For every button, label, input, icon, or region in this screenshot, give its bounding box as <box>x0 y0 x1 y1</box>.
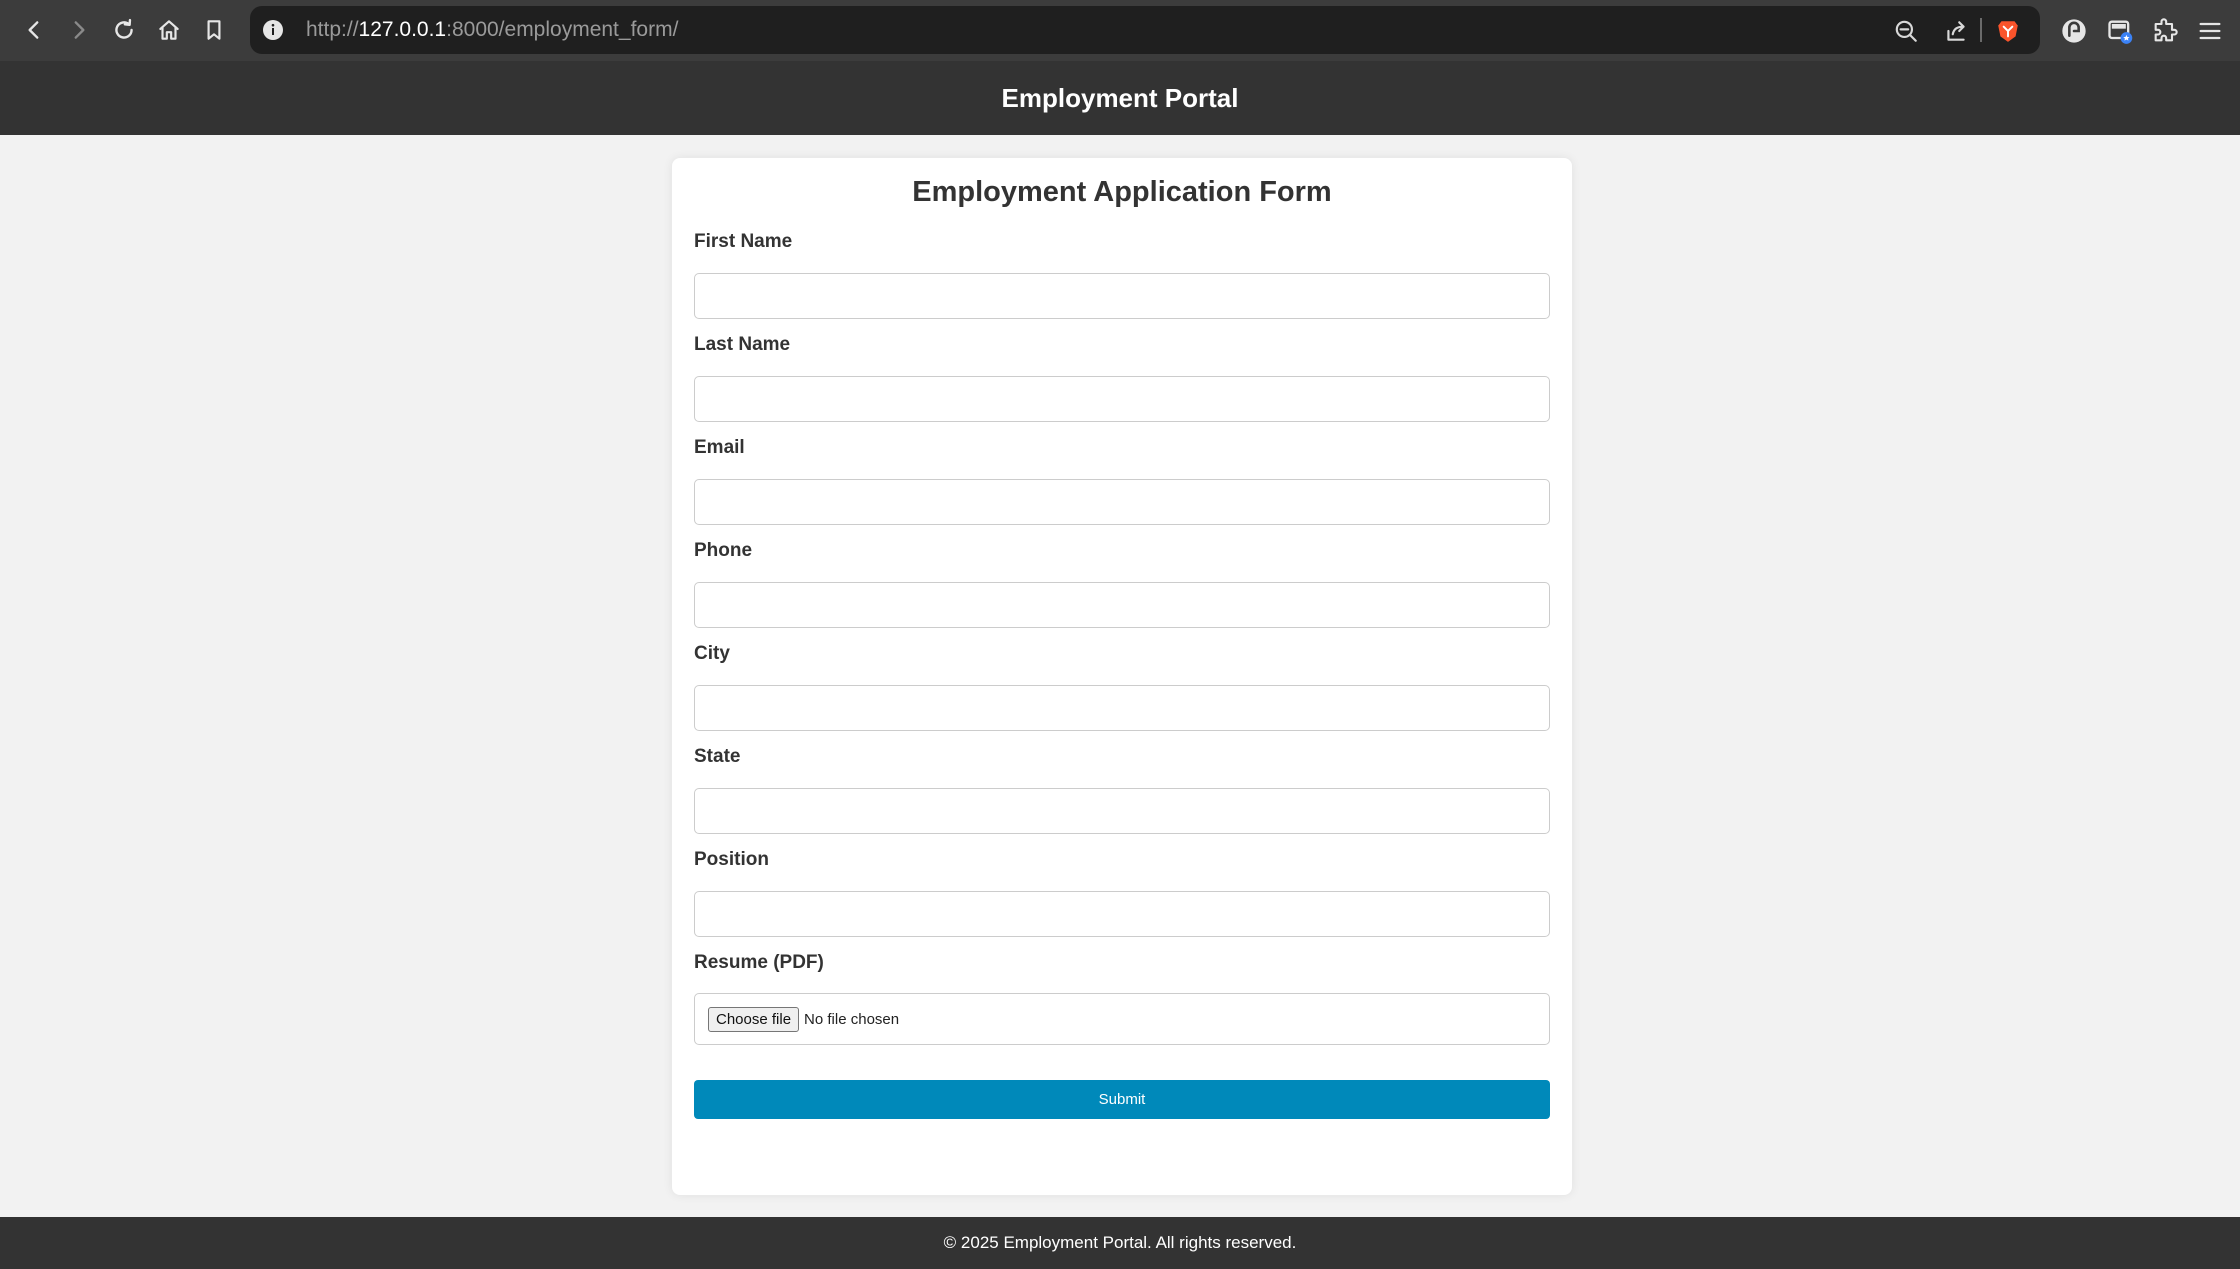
bookmark-icon[interactable] <box>196 12 232 48</box>
reload-icon[interactable] <box>106 12 142 48</box>
home-icon[interactable] <box>151 12 187 48</box>
menu-icon[interactable] <box>2194 15 2226 47</box>
form-title: Employment Application Form <box>912 176 1332 208</box>
last-name-input[interactable] <box>694 376 1550 422</box>
city-input[interactable] <box>694 685 1550 731</box>
resume-file-input[interactable]: Choose file No file chosen <box>694 993 1550 1045</box>
phone-input[interactable] <box>694 582 1550 628</box>
wallet-icon[interactable] <box>2104 15 2136 47</box>
first-name-input[interactable] <box>694 273 1550 319</box>
site-header: Employment Portal <box>0 61 2240 135</box>
submit-button[interactable]: Submit <box>694 1080 1550 1119</box>
extensions-icon[interactable] <box>2149 15 2181 47</box>
url-text[interactable]: http://127.0.0.1:8000/employment_form/ <box>306 16 678 44</box>
site-footer: © 2025 Employment Portal. All rights res… <box>0 1217 2240 1269</box>
info-icon[interactable] <box>260 17 286 43</box>
email-input[interactable] <box>694 479 1550 525</box>
share-icon[interactable] <box>1942 17 1970 45</box>
last-name-label: Last Name <box>694 334 791 355</box>
application-form-card: Employment Application Form First Name L… <box>672 158 1572 1195</box>
footer-copyright: © 2025 Employment Portal. All rights res… <box>943 1233 1297 1252</box>
choose-file-button[interactable]: Choose file <box>708 1006 800 1032</box>
file-status-text: No file chosen <box>804 1010 900 1028</box>
resume-label: Resume (PDF) <box>694 952 824 973</box>
position-label: Position <box>694 849 769 870</box>
position-input[interactable] <box>694 891 1550 937</box>
site-title: Employment Portal <box>1001 82 1239 113</box>
first-name-label: First Name <box>694 231 793 252</box>
brave-shield-icon[interactable] <box>1994 17 2022 45</box>
zoom-out-icon[interactable] <box>1892 17 1920 45</box>
browser-toolbar: http://127.0.0.1:8000/employment_form/ <box>0 0 2240 61</box>
back-icon[interactable] <box>16 12 52 48</box>
email-label: Email <box>694 437 745 458</box>
state-input[interactable] <box>694 788 1550 834</box>
state-label: State <box>694 746 741 767</box>
city-label: City <box>694 643 730 664</box>
toolbar-divider <box>1980 18 1982 42</box>
leo-icon[interactable] <box>2058 15 2090 47</box>
address-bar[interactable]: http://127.0.0.1:8000/employment_form/ <box>250 6 2040 54</box>
forward-icon[interactable] <box>61 12 97 48</box>
phone-label: Phone <box>694 540 753 561</box>
